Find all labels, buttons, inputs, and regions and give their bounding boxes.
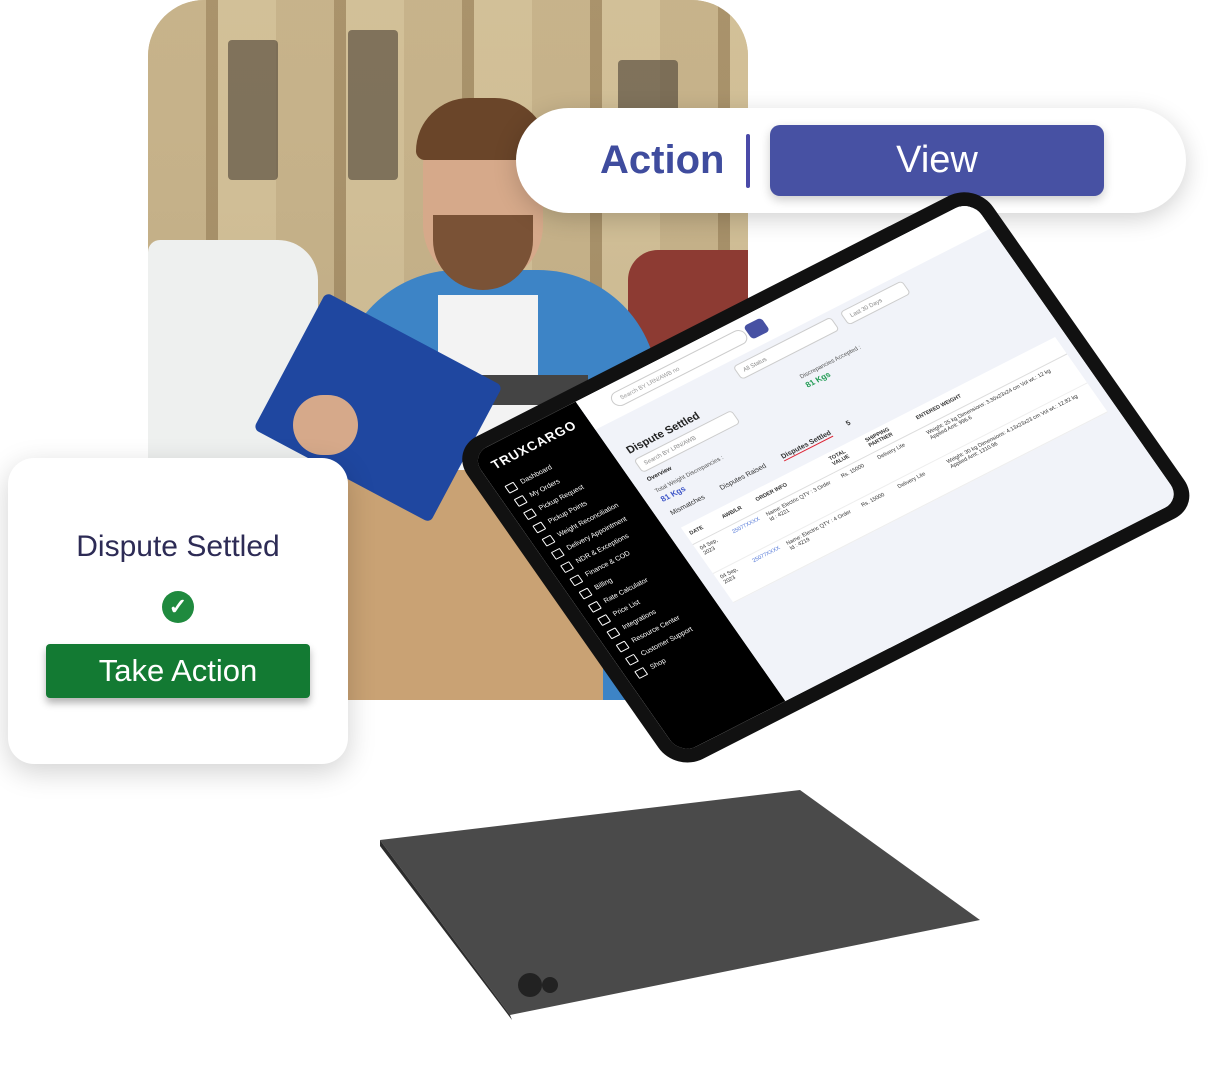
rupee-icon	[569, 574, 584, 587]
settled-count: 5	[844, 419, 853, 428]
truck-icon	[522, 507, 537, 520]
code-icon	[606, 627, 621, 640]
settings-icon	[615, 640, 630, 653]
bar-chart-icon	[578, 587, 593, 600]
table-row: 04 Sep, 2023 25077XXXX Name: Electric QT…	[692, 353, 1088, 574]
dashboard-icon	[504, 481, 519, 494]
headset-icon	[624, 653, 639, 666]
sidebar-item-label: Shop	[648, 657, 668, 671]
action-label: Action	[600, 138, 725, 182]
take-action-button[interactable]: Take Action	[46, 644, 310, 698]
dispute-title: Dispute Settled	[76, 530, 280, 563]
pin-icon	[559, 560, 574, 573]
shop-icon	[633, 666, 649, 679]
orders-icon	[513, 494, 528, 507]
window	[348, 30, 398, 180]
location-icon	[532, 521, 547, 534]
tablet-stand	[380, 790, 980, 1020]
window	[228, 40, 278, 180]
list-icon	[596, 613, 611, 626]
calendar-icon	[550, 547, 565, 560]
scale-icon	[541, 534, 556, 547]
dispute-card: Dispute Settled ✓ Take Action	[8, 458, 348, 764]
divider	[746, 134, 750, 188]
check-circle-icon: ✓	[162, 591, 194, 623]
hand	[293, 395, 358, 455]
calculator-icon	[587, 600, 602, 613]
